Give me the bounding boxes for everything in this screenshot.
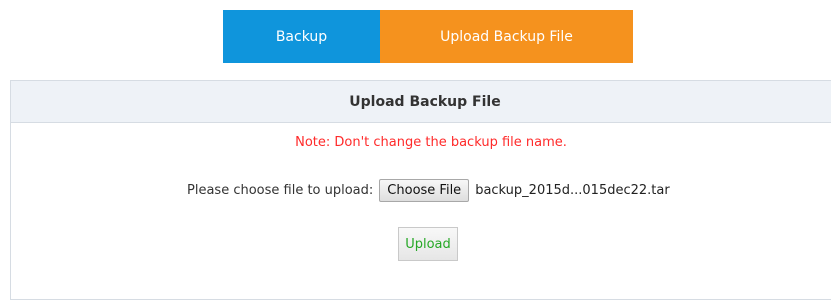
upload-button[interactable]: Upload	[398, 227, 458, 261]
tab-bar: Backup Upload Backup File	[223, 10, 633, 63]
panel-title: Upload Backup File	[11, 81, 831, 123]
choose-file-button[interactable]: Choose File	[379, 178, 470, 202]
tab-upload-backup-file[interactable]: Upload Backup File	[380, 10, 633, 63]
selected-file-name: backup_2015d...015dec22.tar	[475, 182, 670, 198]
file-chooser-label: Please choose file to upload:	[187, 182, 374, 198]
tab-backup[interactable]: Backup	[223, 10, 380, 63]
file-chooser-row: Please choose file to upload: Choose Fil…	[187, 178, 670, 202]
upload-panel: Upload Backup File Note: Don't change th…	[10, 80, 831, 300]
tab-upload-label: Upload Backup File	[440, 28, 573, 45]
tab-backup-label: Backup	[275, 28, 328, 45]
warning-note: Note: Don't change the backup file name.	[295, 135, 567, 150]
